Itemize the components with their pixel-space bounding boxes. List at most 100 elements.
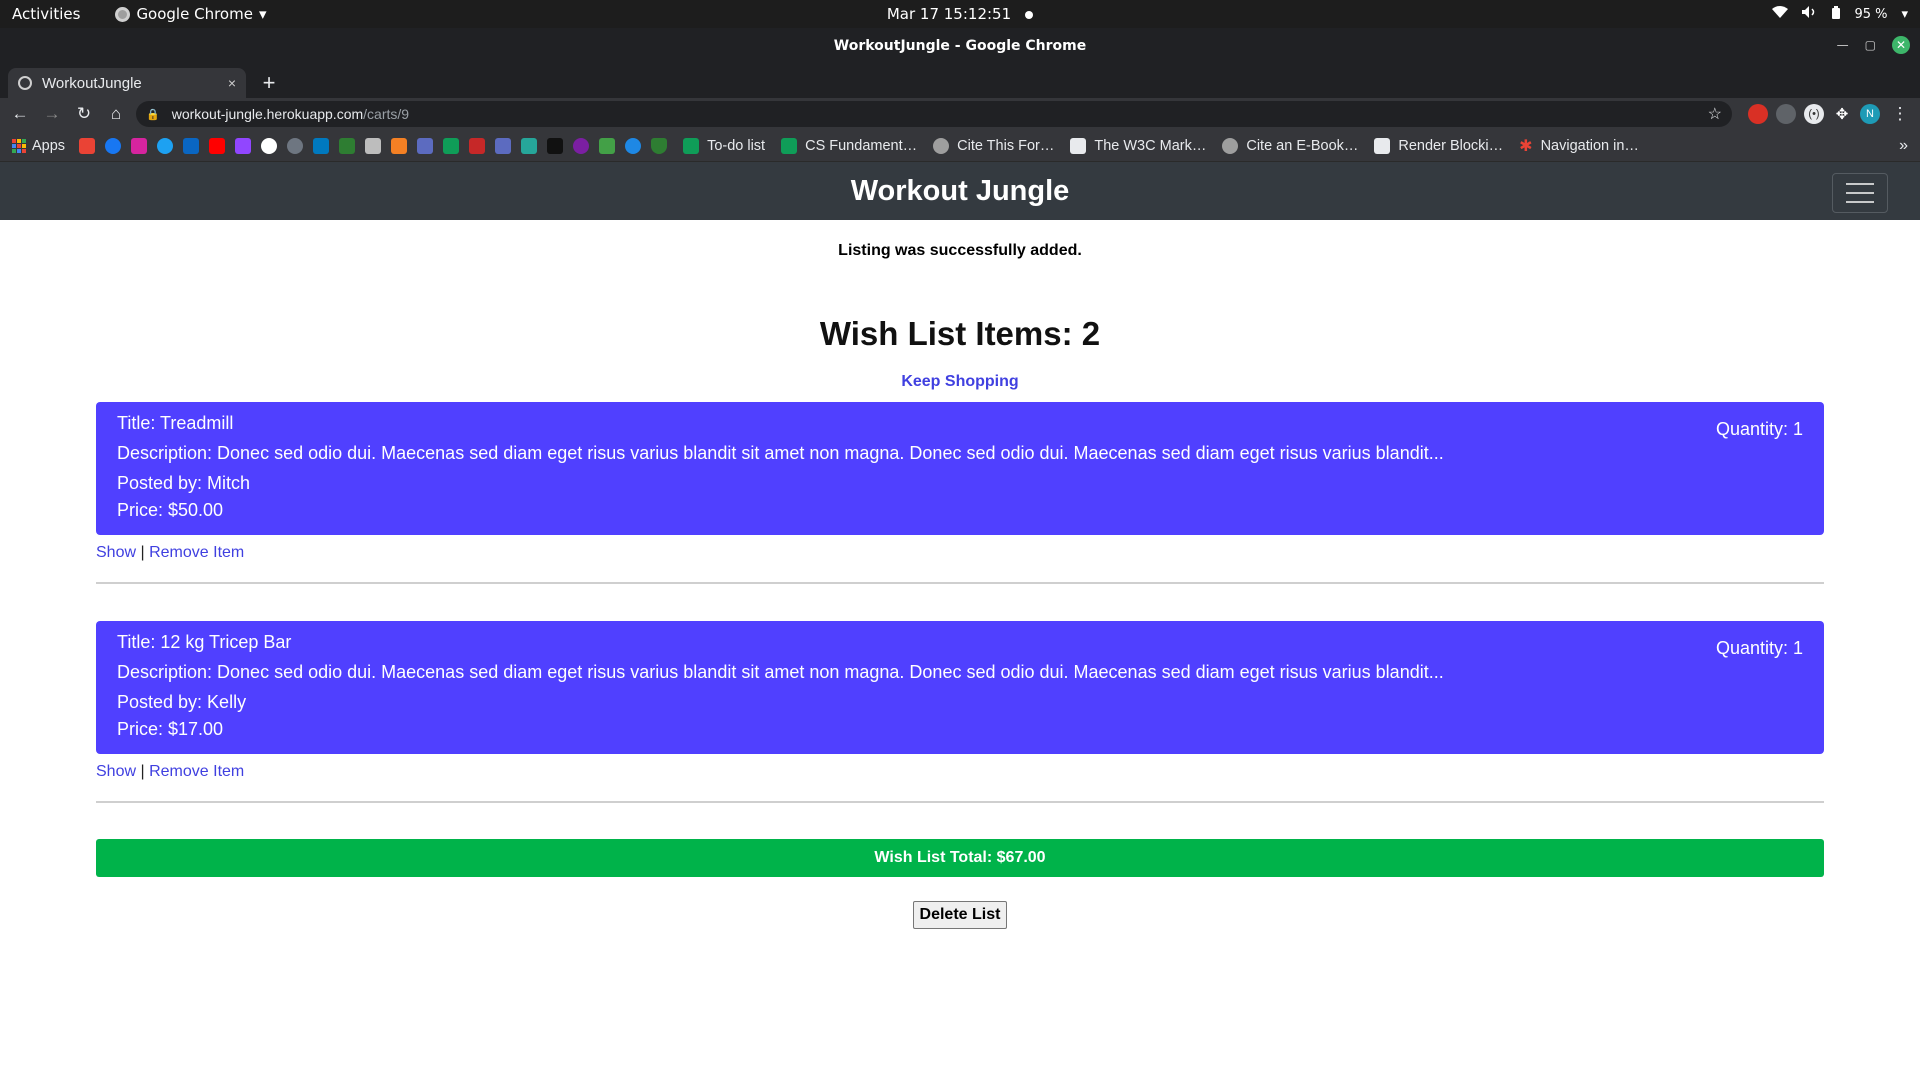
bookmark-item-5[interactable]: Render Blocki… xyxy=(1374,137,1503,154)
bookmark-item-1[interactable]: CS Fundament… xyxy=(781,137,917,154)
extensions-puzzle-icon[interactable]: ✥ xyxy=(1832,104,1852,124)
browser-tab[interactable]: WorkoutJungle × xyxy=(8,68,246,98)
extension-radio-icon[interactable]: (•) xyxy=(1804,104,1824,124)
bookmark-teal-icon[interactable] xyxy=(521,137,538,154)
gmail-icon[interactable] xyxy=(79,137,96,154)
item-description: Description: Donec sed odio dui. Maecena… xyxy=(117,662,1444,682)
w3c-icon xyxy=(1070,137,1087,154)
bookmark-red-icon[interactable] xyxy=(469,137,486,154)
onedrive-icon[interactable] xyxy=(625,137,642,154)
address-bar[interactable]: 🔒 workout-jungle.herokuapp.com/carts/9 ☆ xyxy=(136,101,1732,127)
bookmark-apps[interactable]: Apps xyxy=(12,138,65,154)
link-separator: | xyxy=(140,763,145,780)
url-path: /carts/9 xyxy=(363,106,410,122)
apps-label: Apps xyxy=(32,137,66,154)
bookmark-item-4[interactable]: Cite an E-Book… xyxy=(1222,137,1359,154)
item-title: Title: Treadmill xyxy=(117,413,234,433)
wifi-icon xyxy=(1772,6,1789,22)
github-icon[interactable] xyxy=(287,137,304,154)
menu-toggle-button[interactable] xyxy=(1832,173,1888,213)
divider xyxy=(96,801,1824,803)
app-menu[interactable]: Google Chrome ▾ xyxy=(115,5,266,23)
show-item-link[interactable]: Show xyxy=(96,763,136,780)
volume-icon xyxy=(1802,6,1818,22)
hamburger-line xyxy=(1846,192,1874,194)
os-top-bar: Activities Google Chrome ▾ Mar 17 15:12:… xyxy=(0,0,1920,28)
back-arrow-icon[interactable]: ← xyxy=(8,102,32,126)
bookmark-item-0[interactable]: To-do list xyxy=(683,137,766,154)
site-brand[interactable]: Workout Jungle xyxy=(851,175,1070,208)
twitch-icon[interactable] xyxy=(235,137,252,154)
wishlist-container: Quantity: 1 Title: Treadmill Description… xyxy=(96,402,1824,929)
app-menu-label: Google Chrome xyxy=(136,5,253,23)
close-window-icon[interactable]: ✕ xyxy=(1892,36,1910,54)
item-title: Title: 12 kg Tricep Bar xyxy=(117,632,292,652)
keep-shopping-link[interactable]: Keep Shopping xyxy=(0,373,1920,391)
bookmark-label: Cite an E-Book… xyxy=(1246,137,1359,154)
bookmark-green-icon[interactable] xyxy=(339,137,356,154)
asterisk-icon: ✱ xyxy=(1519,137,1533,155)
maximize-icon[interactable]: ▢ xyxy=(1865,38,1876,52)
wishlist-total: Wish List Total: $67.00 xyxy=(96,839,1824,877)
bookmark-label: To-do list xyxy=(707,137,766,154)
facebook-icon[interactable] xyxy=(105,137,122,154)
reload-icon[interactable]: ↻ xyxy=(72,102,96,126)
globe-icon xyxy=(1222,137,1239,154)
bookmark-label: Navigation in… xyxy=(1540,137,1639,154)
extension-red-icon[interactable] xyxy=(1748,104,1768,124)
bookmark-item-2[interactable]: Cite This For… xyxy=(933,137,1054,154)
delete-list-button[interactable]: Delete List xyxy=(912,901,1008,929)
activities-button[interactable]: Activities xyxy=(12,5,80,23)
system-tray[interactable]: 95 % ▾ xyxy=(1772,5,1908,23)
browser-toolbar: ← → ↻ ⌂ 🔒 workout-jungle.herokuapp.com/c… xyxy=(0,98,1920,130)
item-quantity: Quantity: 1 xyxy=(1715,419,1803,439)
shield-icon[interactable] xyxy=(651,137,668,154)
chrome-menu-icon[interactable]: ⋮ xyxy=(1888,102,1912,126)
twitter-icon[interactable] xyxy=(157,137,174,154)
item-posted-by: Posted by: Kelly xyxy=(117,692,247,712)
home-icon[interactable]: ⌂ xyxy=(104,102,128,126)
bookmark-star-icon[interactable]: ☆ xyxy=(1708,104,1722,124)
window-title: WorkoutJungle - Google Chrome xyxy=(833,38,1087,54)
tab-close-icon[interactable]: × xyxy=(228,75,236,91)
sheets-icon[interactable] xyxy=(443,137,460,154)
bookmark-label: The W3C Mark… xyxy=(1094,137,1207,154)
window-controls: — ▢ ✕ xyxy=(1837,36,1910,54)
linkedin-icon[interactable] xyxy=(183,137,200,154)
item-quantity: Quantity: 1 xyxy=(1715,638,1803,658)
divider xyxy=(96,582,1824,584)
lock-icon: 🔒 xyxy=(146,108,160,121)
web-dev-icon xyxy=(1374,137,1391,154)
wishlist-item-card: Quantity: 1 Title: 12 kg Tricep Bar Desc… xyxy=(96,621,1824,754)
extension-cast-icon[interactable] xyxy=(1776,104,1796,124)
bookmarks-overflow-icon[interactable]: » xyxy=(1899,137,1908,155)
remove-item-link[interactable]: Remove Item xyxy=(149,763,244,780)
bookmark-item-6[interactable]: ✱ Navigation in… xyxy=(1519,136,1639,156)
bookmark-purple-icon[interactable] xyxy=(573,137,590,154)
instagram-icon[interactable] xyxy=(131,137,148,154)
youtube-icon[interactable] xyxy=(209,137,226,154)
minimize-icon[interactable]: — xyxy=(1837,38,1849,52)
bookmark-dark-icon[interactable] xyxy=(547,137,564,154)
forward-arrow-icon[interactable]: → xyxy=(40,102,64,126)
item-price: Price: $17.00 xyxy=(117,719,224,739)
tab-strip: WorkoutJungle × + xyxy=(0,64,1920,98)
docs-icon[interactable] xyxy=(495,137,512,154)
clock[interactable]: Mar 17 15:12:51 xyxy=(0,5,1920,23)
profile-avatar[interactable]: N xyxy=(1860,104,1880,124)
battery-percent: 95 % xyxy=(1854,6,1888,22)
google-icon[interactable] xyxy=(261,137,278,154)
stackoverflow-icon[interactable] xyxy=(391,137,408,154)
bookmark-green2-icon[interactable] xyxy=(599,137,616,154)
trello-icon[interactable] xyxy=(313,137,330,154)
remove-item-link[interactable]: Remove Item xyxy=(149,544,244,561)
bookmark-form-icon[interactable] xyxy=(417,137,434,154)
globe-icon xyxy=(933,137,950,154)
new-tab-button[interactable]: + xyxy=(252,68,286,98)
bookmark-doc-icon[interactable] xyxy=(365,137,382,154)
bookmark-item-3[interactable]: The W3C Mark… xyxy=(1070,137,1207,154)
show-item-link[interactable]: Show xyxy=(96,544,136,561)
wishlist-item-card: Quantity: 1 Title: Treadmill Description… xyxy=(96,402,1824,535)
item-actions: Show | Remove Item xyxy=(96,544,1824,562)
delete-wrap: Delete List xyxy=(96,901,1824,929)
